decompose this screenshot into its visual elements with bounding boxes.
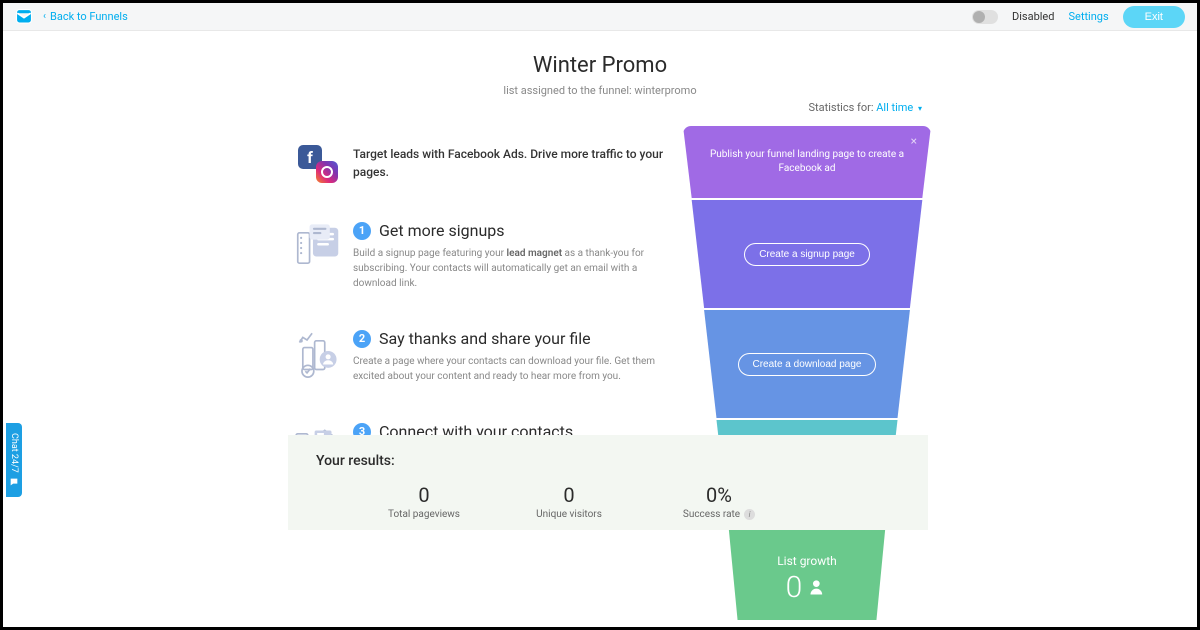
info-icon[interactable]: i	[744, 509, 755, 520]
stats-filter-dropdown[interactable]: All time ▾	[876, 101, 922, 114]
create-download-page-button[interactable]: Create a download page	[738, 353, 877, 376]
result-success-rate: 0% Success ratei	[654, 483, 784, 520]
result-unique-visitors: 0 Unique visitors	[504, 483, 634, 520]
step-intro-desc: Target leads with Facebook Ads. Drive mo…	[353, 145, 671, 181]
person-icon	[808, 577, 828, 597]
results-title: Your results:	[316, 453, 900, 469]
back-to-funnels-link[interactable]: ‹ Back to Funnels	[43, 10, 128, 23]
chevron-down-icon: ▾	[918, 104, 922, 113]
stats-filter-value: All time	[876, 101, 913, 114]
share-file-icon	[291, 329, 345, 383]
funnel-stage-ads: × Publish your funnel landing page to cr…	[683, 126, 931, 198]
page-title: Winter Promo	[3, 53, 1197, 78]
list-growth-label: List growth	[777, 554, 837, 568]
step-number-badge: 1	[353, 222, 371, 240]
funnel-stage-download: Create a download page	[683, 310, 931, 418]
topbar: ‹ Back to Funnels Disabled Settings Exit	[3, 3, 1197, 31]
funnel-diagram: × Publish your funnel landing page to cr…	[683, 126, 931, 620]
list-growth-value: 0	[786, 570, 803, 605]
signup-form-icon	[291, 221, 345, 275]
chat-bubble-icon	[9, 477, 19, 487]
step-1-desc: Build a signup page featuring your lead …	[353, 246, 671, 291]
result-total-pageviews: 0 Total pageviews	[364, 483, 484, 520]
funnel-stage-signup: Create a signup page	[683, 200, 931, 308]
step-1: 1 Get more signups Build a signup page f…	[283, 221, 683, 291]
step-intro: f Target leads with Facebook Ads. Drive …	[283, 145, 683, 183]
chevron-left-icon: ‹	[43, 11, 46, 22]
chat-tab-label: Chat 24/7	[9, 433, 19, 473]
funnel-stage-list-growth: List growth 0	[683, 530, 931, 620]
chat-support-tab[interactable]: Chat 24/7	[6, 423, 22, 497]
step-number-badge: 2	[353, 330, 371, 348]
stats-filter-prefix: Statistics for:	[809, 101, 874, 114]
step-1-title: Get more signups	[379, 221, 505, 240]
results-panel: Your results: 0 Total pageviews 0 Unique…	[288, 435, 928, 530]
settings-link[interactable]: Settings	[1068, 10, 1108, 23]
app-logo-icon	[15, 8, 33, 26]
toggle-state-label: Disabled	[1012, 10, 1054, 23]
step-2: 2 Say thanks and share your file Create …	[283, 329, 683, 384]
funnel-enabled-toggle[interactable]	[972, 10, 998, 24]
stats-filter: Statistics for: All time ▾	[809, 101, 923, 114]
step-2-title: Say thanks and share your file	[379, 329, 591, 348]
create-signup-page-button[interactable]: Create a signup page	[744, 243, 870, 266]
funnel-ads-message: Publish your funnel landing page to crea…	[683, 148, 931, 176]
back-link-label: Back to Funnels	[50, 10, 128, 23]
page-subtitle: list assigned to the funnel: winterpromo	[3, 84, 1197, 97]
step-2-desc: Create a page where your contacts can do…	[353, 354, 671, 384]
facebook-instagram-icon: f	[298, 145, 338, 183]
exit-button[interactable]: Exit	[1123, 6, 1185, 28]
close-icon[interactable]: ×	[911, 134, 917, 148]
